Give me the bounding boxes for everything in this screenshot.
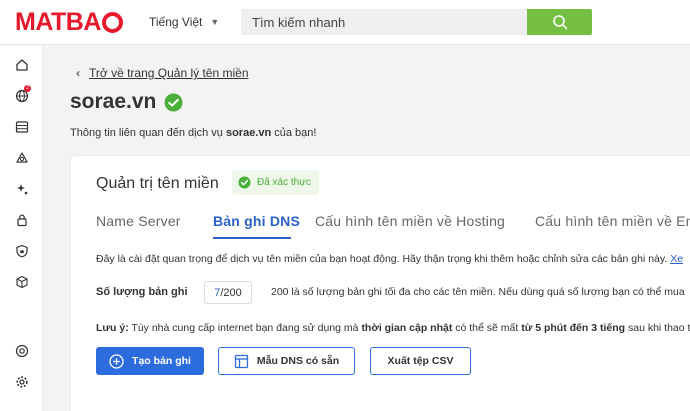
dns-description: Đây là cài đặt quan trọng để dịch vụ tên… [96, 253, 683, 265]
domain-name: sorae.vn [70, 90, 157, 113]
sidebar: 2 [0, 46, 43, 411]
matbao-logo[interactable]: MATBA [15, 7, 123, 36]
back-link-label: Trở về trang Quản lý tên miền [89, 66, 249, 80]
top-bar: MATBA Tiếng Việt ▼ [0, 0, 690, 45]
home-icon [15, 59, 28, 71]
logo-text: MATBA [15, 7, 101, 36]
description-more-link[interactable]: Xe [670, 253, 683, 265]
note-text-3: sau khi thao tá [625, 322, 690, 334]
chevron-down-icon: ▼ [210, 17, 220, 27]
page-subtitle: Thông tin liên quan đến dịch vụ sorae.vn… [70, 127, 316, 139]
support-icon [15, 344, 28, 358]
search-button[interactable] [527, 9, 592, 35]
language-selector[interactable]: Tiếng Việt ▼ [149, 15, 219, 29]
cloud-network-icon [15, 152, 28, 163]
verified-label: Đã xác thực [257, 177, 311, 188]
card-title: Quản trị tên miền [96, 175, 219, 192]
note-text-2: có thể sẽ mất [452, 322, 522, 334]
search-input[interactable] [252, 14, 527, 30]
server-list-icon [15, 121, 28, 133]
sidebar-item-products[interactable] [0, 267, 43, 297]
tab-bar: Name Server Bản ghi DNS Cấu hình tên miề… [96, 213, 690, 241]
sidebar-item-servers[interactable] [0, 112, 43, 142]
create-record-label: Tạo bản ghi [132, 355, 191, 367]
sidebar-item-ssl[interactable] [0, 236, 43, 266]
check-circle-icon [238, 176, 251, 189]
sidebar-item-home[interactable] [0, 50, 43, 80]
cube-icon [15, 275, 28, 289]
chevron-left-icon: ‹ [76, 66, 80, 80]
subtitle-suffix: của bạn! [271, 127, 317, 139]
lock-icon [16, 214, 27, 227]
note-bold-1: thời gian cập nhật [361, 322, 453, 334]
tab-name-server[interactable]: Name Server [96, 213, 181, 229]
search-box [241, 9, 527, 35]
notification-badge: 2 [24, 85, 31, 92]
sparkle-icon [16, 184, 27, 195]
logo-ring-icon [101, 11, 123, 33]
plus-circle-icon [109, 353, 124, 369]
verified-check-icon [164, 93, 183, 111]
record-count-note: 200 là số lượng bản ghi tối đa cho các t… [271, 286, 685, 298]
description-text: Đây là cài đặt quan trọng để dịch vụ tên… [96, 253, 668, 265]
export-csv-label: Xuất tệp CSV [387, 355, 454, 367]
sidebar-item-services[interactable] [0, 174, 43, 204]
page-title: sorae.vn [70, 90, 183, 114]
note-label: Lưu ý: [96, 322, 129, 334]
shield-lock-icon [15, 244, 28, 258]
record-count-label: Số lượng bản ghi [96, 286, 188, 298]
update-time-note: Lưu ý: Tùy nhà cung cấp internet bạn đan… [96, 322, 690, 334]
record-count-max: /200 [220, 286, 242, 299]
export-csv-button[interactable]: Xuất tệp CSV [370, 347, 471, 375]
sidebar-item-cloud[interactable] [0, 143, 43, 173]
sidebar-item-domains[interactable]: 2 [0, 81, 43, 111]
sidebar-item-settings[interactable] [0, 367, 43, 397]
template-icon [234, 354, 249, 368]
tab-email-config[interactable]: Cấu hình tên miền về Em [535, 213, 690, 229]
subtitle-domain: sorae.vn [225, 127, 272, 139]
domain-management-card: Quản trị tên miền Đã xác thực Name Serve… [70, 155, 690, 411]
sidebar-item-security[interactable] [0, 205, 43, 235]
tab-dns-records[interactable]: Bản ghi DNS [213, 213, 300, 229]
gear-icon [15, 376, 28, 388]
create-record-button[interactable]: Tạo bản ghi [96, 347, 204, 375]
subtitle-prefix: Thông tin liên quan đến dịch vụ [70, 127, 226, 139]
dns-template-label: Mẫu DNS có sẵn [256, 355, 340, 367]
back-link[interactable]: ‹ Trở về trang Quản lý tên miền [76, 66, 249, 80]
note-text-1: Tùy nhà cung cấp internet bạn đang sử dụ… [128, 322, 362, 334]
verified-badge: Đã xác thực [232, 170, 319, 195]
tab-hosting-config[interactable]: Cấu hình tên miền về Hosting [315, 213, 505, 229]
note-bold-2: từ 5 phút đến 3 tiếng [521, 322, 626, 334]
sidebar-item-support[interactable] [0, 336, 43, 366]
active-tab-indicator [213, 237, 291, 239]
language-label: Tiếng Việt [149, 15, 203, 29]
search-icon [552, 15, 567, 30]
record-count-box: 7/200 [204, 281, 252, 304]
dns-template-button[interactable]: Mẫu DNS có sẵn [218, 347, 355, 375]
